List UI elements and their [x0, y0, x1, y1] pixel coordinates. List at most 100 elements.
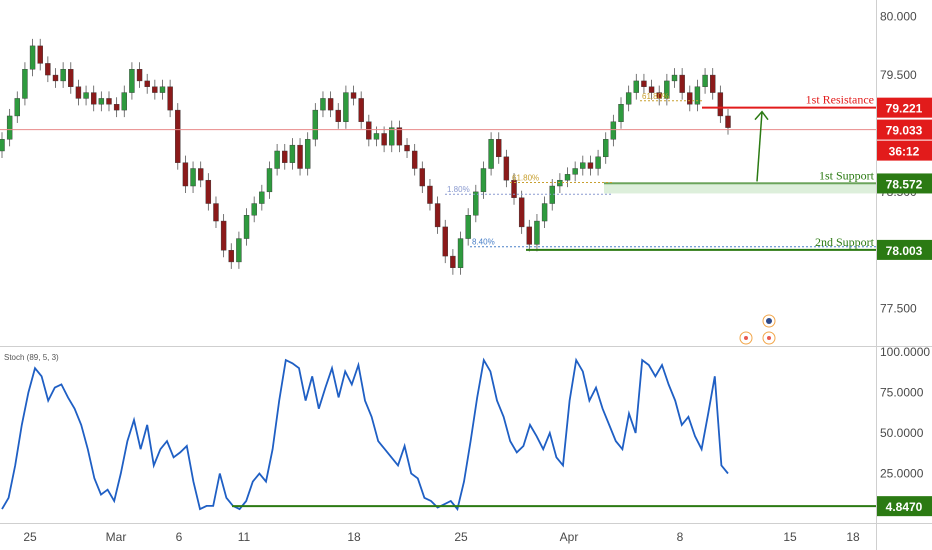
candle-body	[327, 98, 334, 111]
candle-body	[595, 156, 601, 169]
candle-body	[37, 45, 43, 64]
oscillator-pane[interactable]	[0, 347, 876, 523]
price-tick-label: 79.500	[880, 68, 917, 82]
candle-body	[335, 109, 341, 122]
candle-body	[603, 139, 609, 158]
candle-body	[373, 133, 380, 140]
event-dot-icon	[744, 336, 748, 340]
candle-body	[343, 92, 349, 122]
candle-body	[60, 69, 66, 82]
price-tick-label: 80.000	[880, 10, 917, 24]
time-tick-label: 8	[677, 530, 684, 544]
level-price-label: 78.003	[886, 244, 923, 258]
candle-body	[503, 156, 510, 181]
candle-body	[702, 74, 708, 87]
candle-body	[679, 74, 685, 93]
candle-body	[266, 168, 273, 193]
candle-body	[312, 109, 319, 140]
event-dot-icon	[767, 336, 771, 340]
candle-body	[175, 109, 181, 163]
candle-body	[213, 203, 219, 222]
candle-body	[167, 86, 173, 111]
candle-body	[526, 226, 533, 245]
candle-body	[633, 80, 639, 93]
candle-body	[190, 168, 196, 187]
candle-body	[289, 144, 296, 163]
chart-svg[interactable]: 1st Resistance1st Support2nd Support61.8…	[0, 0, 932, 550]
candle-body	[106, 98, 112, 105]
level-name: 1st Support	[819, 168, 875, 182]
candle-body	[121, 92, 127, 111]
candle-body	[22, 69, 28, 99]
candle-body	[518, 197, 525, 228]
candle-body	[534, 220, 540, 245]
current-price-label: 79.033	[886, 124, 923, 138]
candle-body	[320, 98, 326, 111]
countdown-label: 36:12	[889, 145, 920, 159]
candle-body	[182, 162, 189, 187]
time-tick-label: 25	[23, 530, 37, 544]
candle-body	[625, 92, 632, 105]
candle-body	[366, 121, 372, 140]
flag-dot-icon	[766, 318, 772, 324]
candle-body	[641, 80, 647, 87]
candle-body	[75, 86, 82, 99]
time-tick-label: 15	[783, 530, 797, 544]
candle-body	[480, 168, 487, 193]
candle-body	[572, 168, 578, 175]
candle-body	[297, 144, 303, 169]
level-name: 1st Resistance	[806, 93, 874, 107]
candle-body	[243, 215, 250, 239]
candle-body	[350, 92, 357, 99]
fib-label: 1.80%	[447, 185, 470, 194]
price-pane[interactable]	[0, 0, 876, 346]
candle-body	[725, 115, 731, 128]
level-price-label: 78.572	[886, 177, 923, 191]
osc-tick-label: 75.0000	[880, 386, 924, 400]
candle-body	[396, 127, 403, 146]
candle-body	[580, 162, 586, 169]
candle-body	[404, 144, 410, 152]
candle-body	[228, 250, 234, 263]
candle-body	[113, 104, 120, 111]
candle-body	[274, 150, 280, 169]
candle-body	[14, 98, 20, 117]
osc-level-label: 4.8470	[886, 500, 923, 514]
osc-tick-label: 100.0000	[880, 345, 930, 359]
forex-chart[interactable]: 1st Resistance 1st Support 2nd Support 61.8…	[0, 0, 932, 550]
candle-body	[671, 74, 678, 82]
time-tick-label: Apr	[560, 530, 579, 544]
candle-body	[687, 92, 693, 105]
oscillator-title: Stoch (89, 5, 3)	[4, 353, 59, 362]
candle-body	[251, 203, 257, 216]
candle-body	[83, 92, 89, 99]
candle-body	[450, 255, 456, 268]
candle-body	[411, 150, 418, 169]
fib-label: 61.80%	[642, 92, 669, 101]
candle-body	[159, 86, 166, 93]
candle-body	[6, 115, 13, 140]
support-zone	[604, 183, 876, 194]
candle-body	[91, 92, 97, 105]
fib-label: 61.80%	[512, 174, 539, 183]
candle-body	[488, 139, 494, 169]
candle-body	[52, 74, 59, 82]
candle-body	[29, 45, 36, 70]
candle-body	[610, 121, 617, 140]
candle-body	[710, 74, 716, 93]
time-tick-label: 25	[454, 530, 468, 544]
candle-body	[358, 98, 364, 122]
candle-body	[419, 168, 426, 187]
time-tick-label: Mar	[106, 530, 127, 544]
candle-body	[442, 226, 448, 257]
time-tick-label: 11	[238, 530, 251, 544]
candle-body	[129, 69, 135, 93]
osc-tick-label: 50.0000	[880, 426, 924, 440]
candle-body	[473, 191, 479, 216]
candle-body	[427, 185, 433, 204]
candle-body	[136, 69, 143, 82]
candle-body	[457, 238, 464, 268]
candle-body	[68, 69, 74, 87]
candle-body	[282, 150, 288, 163]
osc-tick-label: 25.0000	[880, 467, 924, 481]
